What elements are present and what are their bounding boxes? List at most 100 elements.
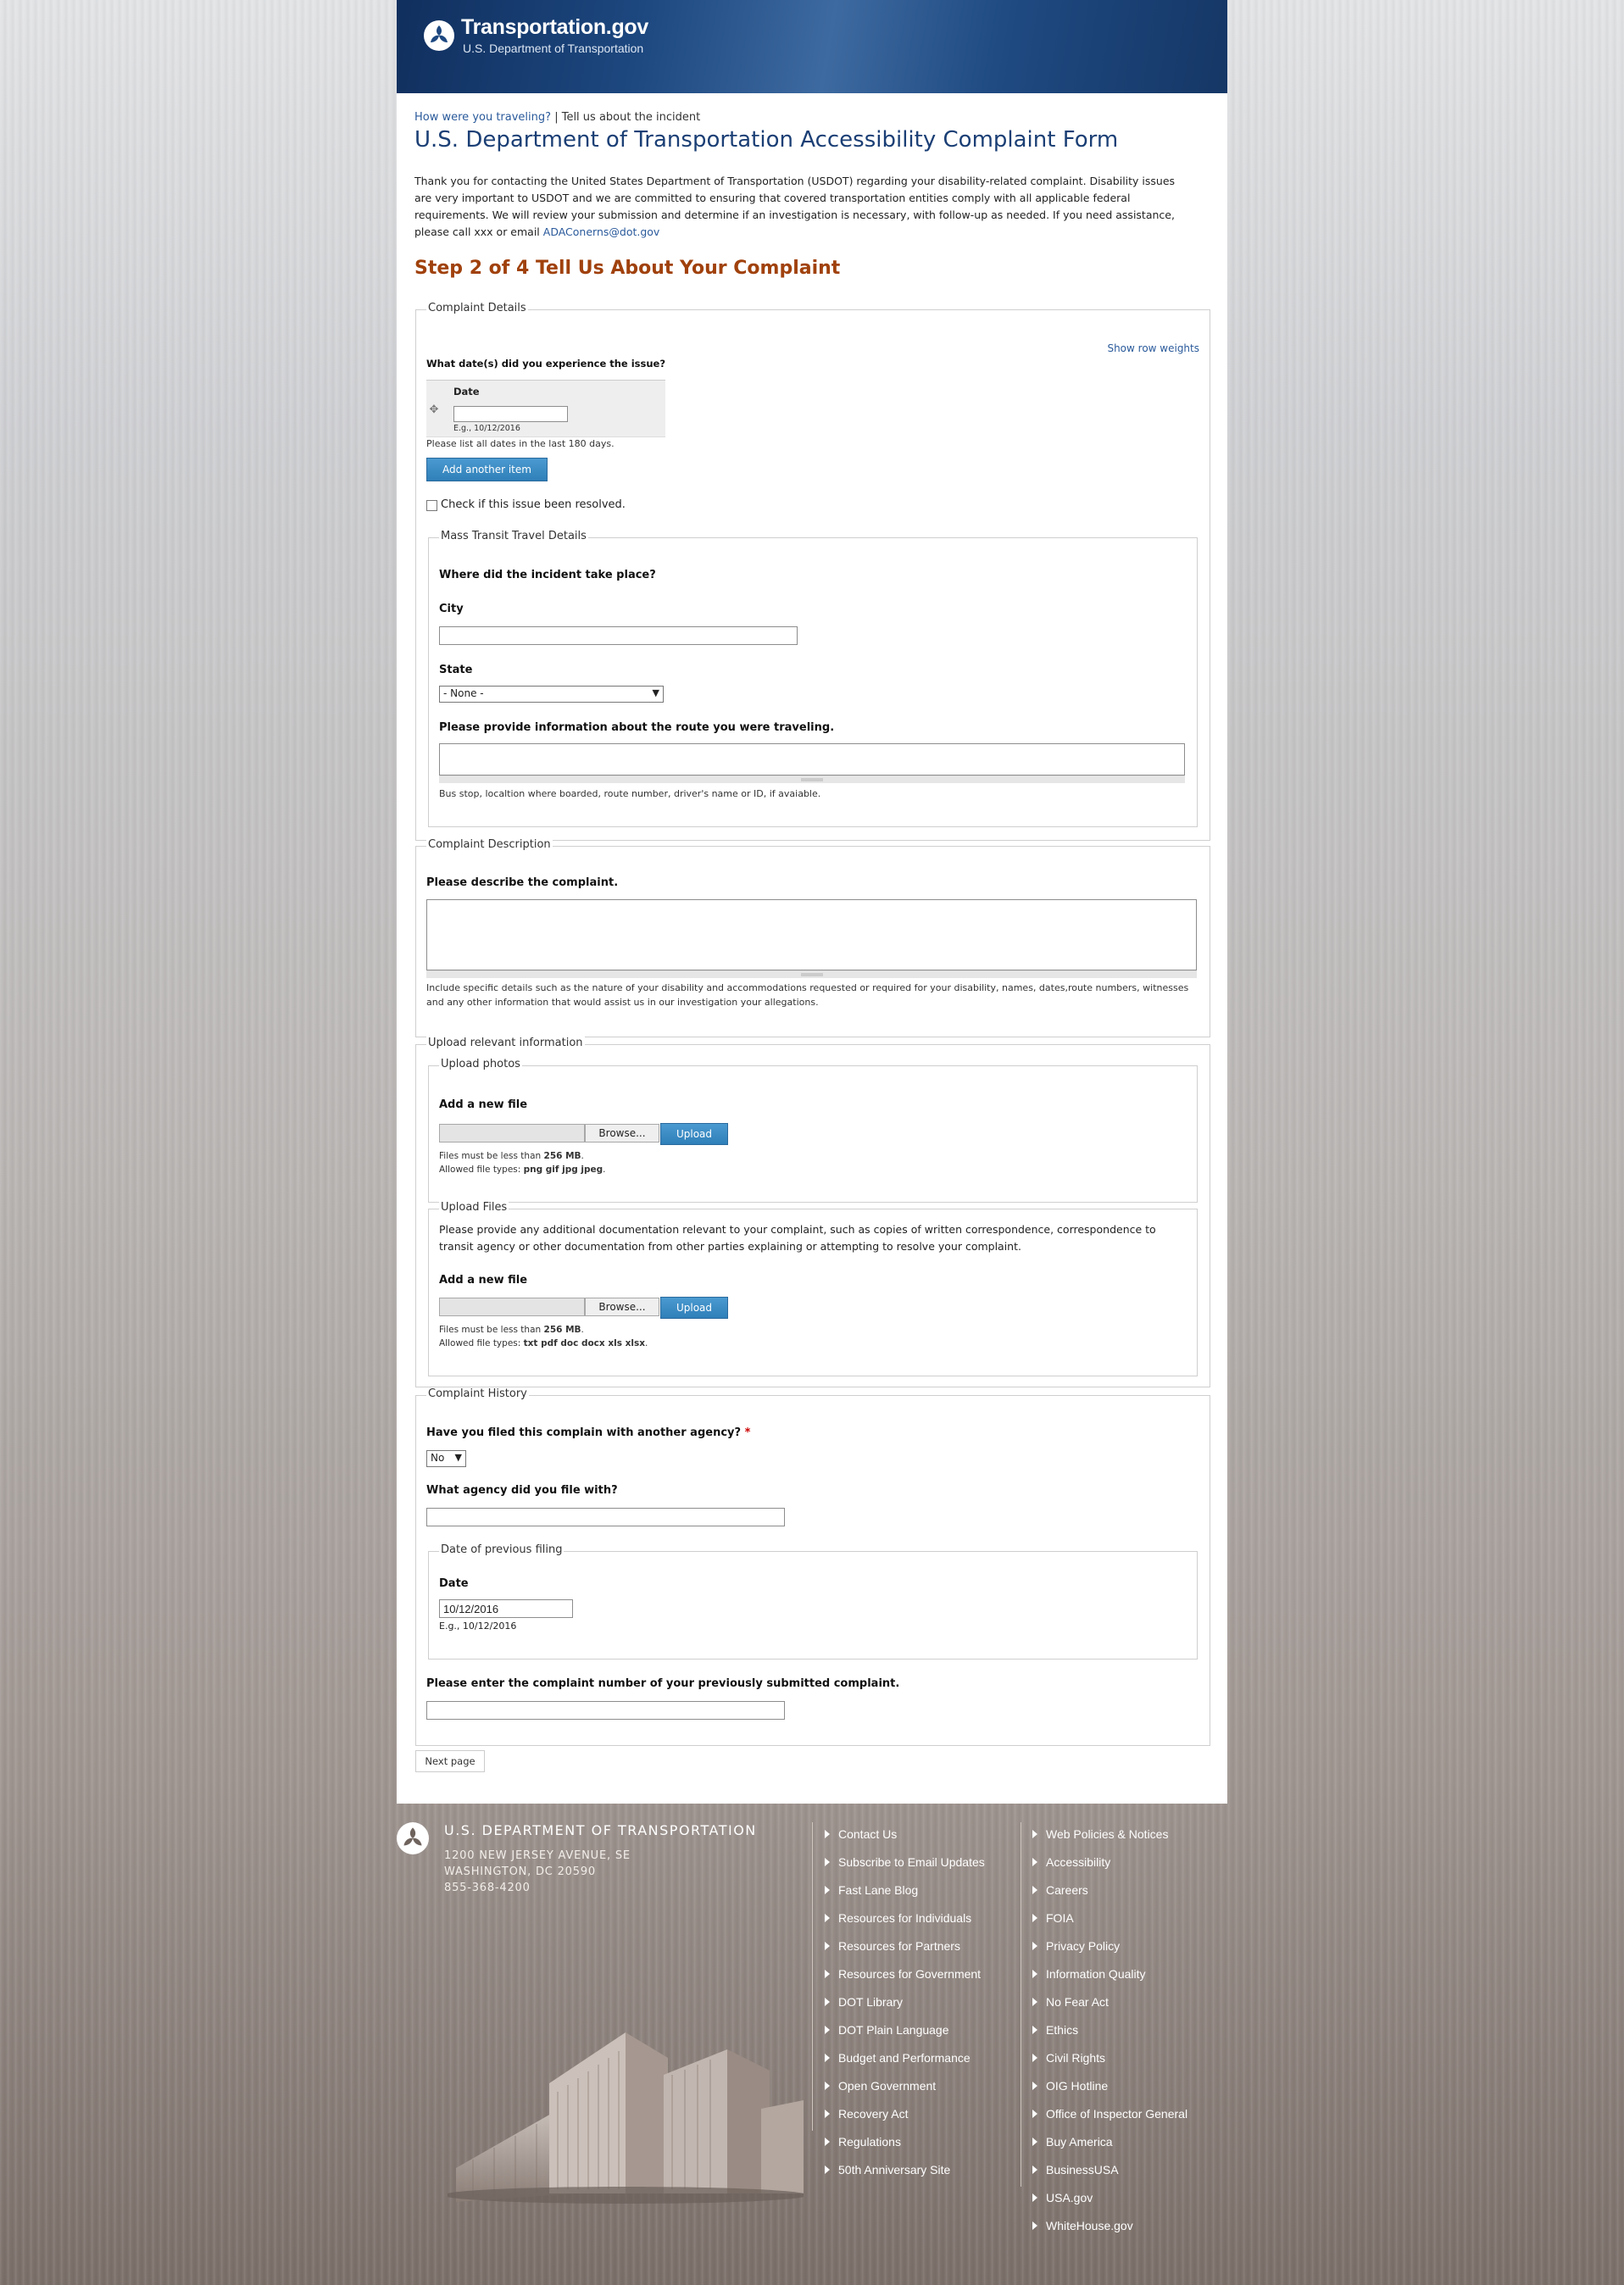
footer-col1-link[interactable]: Resources for Individuals bbox=[825, 1911, 985, 1939]
footer-col2-link[interactable]: BusinessUSA bbox=[1032, 2163, 1187, 2191]
footer-col2-link-label[interactable]: Information Quality bbox=[1046, 1967, 1146, 1981]
complaint-resize-handle[interactable] bbox=[426, 970, 1197, 978]
footer-col2-link[interactable]: Civil Rights bbox=[1032, 2051, 1187, 2079]
show-row-weights-link[interactable]: Show row weights bbox=[1107, 342, 1199, 354]
footer-col2-link-label[interactable]: Careers bbox=[1046, 1883, 1088, 1897]
footer-col2-link[interactable]: Privacy Policy bbox=[1032, 1939, 1187, 1967]
footer-col2-link[interactable]: Careers bbox=[1032, 1883, 1187, 1911]
upload-photos-fieldset: Upload photos Add a new file Browse... U… bbox=[428, 1058, 1198, 1203]
footer-col2-link-label[interactable]: Accessibility bbox=[1046, 1855, 1110, 1869]
footer-col2-link[interactable]: No Fear Act bbox=[1032, 1995, 1187, 2023]
footer-divider-1 bbox=[812, 1822, 813, 2131]
footer-col1-link[interactable]: Resources for Partners bbox=[825, 1939, 985, 1967]
route-resize-handle[interactable] bbox=[439, 776, 1185, 783]
footer-col1-link[interactable]: Contact Us bbox=[825, 1827, 985, 1855]
drag-handle-icon[interactable]: ✥ bbox=[428, 404, 440, 416]
footer-col1-link-label[interactable]: Subscribe to Email Updates bbox=[838, 1855, 985, 1869]
footer-col2-link-label[interactable]: Privacy Policy bbox=[1046, 1939, 1120, 1953]
footer-col1-link-label[interactable]: 50th Anniversary Site bbox=[838, 2163, 950, 2177]
footer-col2-link-label[interactable]: OIG Hotline bbox=[1046, 2079, 1108, 2093]
footer-col1-link-label[interactable]: Resources for Government bbox=[838, 1967, 981, 1981]
footer-dot-logo-icon[interactable] bbox=[397, 1822, 429, 1854]
photos-types-prefix: Allowed file types: bbox=[439, 1165, 524, 1175]
footer-col1-link[interactable]: Open Government bbox=[825, 2079, 985, 2107]
caret-right-icon bbox=[1032, 1998, 1037, 2006]
footer-col1-link-label[interactable]: Resources for Individuals bbox=[838, 1911, 971, 1925]
site-name[interactable]: Transportation.gov bbox=[461, 15, 648, 40]
footer-col1-link-label[interactable]: DOT Plain Language bbox=[838, 2023, 949, 2037]
filed-select[interactable]: No ▼ bbox=[426, 1450, 466, 1467]
footer-col2-link-label[interactable]: Web Policies & Notices bbox=[1046, 1827, 1168, 1841]
state-select[interactable]: - None - ▼ bbox=[439, 686, 664, 703]
caret-right-icon bbox=[825, 2026, 830, 2034]
resolved-checkbox[interactable] bbox=[426, 500, 437, 511]
footer-col2-link-label[interactable]: WhiteHouse.gov bbox=[1046, 2219, 1133, 2232]
footer-col1-link-label[interactable]: Regulations bbox=[838, 2135, 901, 2149]
files-add-file-label: Add a new file bbox=[439, 1274, 528, 1287]
footer-col1-link[interactable]: Regulations bbox=[825, 2135, 985, 2163]
files-file-path[interactable] bbox=[439, 1298, 585, 1316]
site-footer: U.S. DEPARTMENT OF TRANSPORTATION 1200 N… bbox=[397, 1804, 1227, 2285]
agency-input[interactable] bbox=[426, 1508, 785, 1526]
footer-col1-link-label[interactable]: Fast Lane Blog bbox=[838, 1883, 918, 1897]
files-size-value: 256 MB bbox=[543, 1325, 581, 1335]
footer-col1-link[interactable]: Budget and Performance bbox=[825, 2051, 985, 2079]
footer-col2-link[interactable]: WhiteHouse.gov bbox=[1032, 2219, 1187, 2247]
footer-col1-link[interactable]: DOT Library bbox=[825, 1995, 985, 2023]
breadcrumb-link-traveling[interactable]: How were you traveling? bbox=[414, 111, 551, 124]
complaint-textarea[interactable] bbox=[426, 899, 1197, 970]
footer-col1-link[interactable]: Subscribe to Email Updates bbox=[825, 1855, 985, 1883]
photos-upload-button[interactable]: Upload bbox=[660, 1123, 728, 1145]
photos-file-path[interactable] bbox=[439, 1124, 585, 1142]
footer-col1-link[interactable]: DOT Plain Language bbox=[825, 2023, 985, 2051]
upload-fieldset: Upload relevant information Upload photo… bbox=[415, 1037, 1210, 1387]
footer-col1-link[interactable]: Recovery Act bbox=[825, 2107, 985, 2135]
date-input[interactable] bbox=[453, 406, 568, 422]
previous-date-input[interactable] bbox=[439, 1599, 573, 1618]
footer-col2-link-label[interactable]: Civil Rights bbox=[1046, 2051, 1105, 2065]
complaint-history-legend: Complaint History bbox=[426, 1387, 529, 1400]
caret-right-icon bbox=[1032, 1914, 1037, 1922]
files-upload-button[interactable]: Upload bbox=[660, 1297, 728, 1319]
footer-col1-link-label[interactable]: DOT Library bbox=[838, 1995, 903, 2009]
photos-size-value: 256 MB bbox=[543, 1151, 581, 1161]
footer-col2-link-label[interactable]: FOIA bbox=[1046, 1911, 1074, 1925]
footer-col1-link[interactable]: 50th Anniversary Site bbox=[825, 2163, 985, 2191]
footer-col2-link[interactable]: OIG Hotline bbox=[1032, 2079, 1187, 2107]
footer-col1-link-label[interactable]: Resources for Partners bbox=[838, 1939, 960, 1953]
add-another-item-button[interactable]: Add another item bbox=[426, 458, 548, 481]
complaint-history-fieldset: Complaint History Have you filed this co… bbox=[415, 1387, 1210, 1746]
city-input[interactable] bbox=[439, 626, 798, 645]
footer-col2-link-label[interactable]: BusinessUSA bbox=[1046, 2163, 1119, 2177]
complaint-hint: Include specific details such as the nat… bbox=[426, 982, 1189, 1008]
footer-col2-link[interactable]: Ethics bbox=[1032, 2023, 1187, 2051]
footer-col1-link[interactable]: Fast Lane Blog bbox=[825, 1883, 985, 1911]
contact-email-link[interactable]: ADAConerns@dot.gov bbox=[543, 225, 660, 238]
footer-col1-link-label[interactable]: Recovery Act bbox=[838, 2107, 908, 2121]
footer-col1-link-label[interactable]: Budget and Performance bbox=[838, 2051, 971, 2065]
footer-col2-link[interactable]: USA.gov bbox=[1032, 2191, 1187, 2219]
footer-col2-link-label[interactable]: No Fear Act bbox=[1046, 1995, 1109, 2009]
footer-col2-link-label[interactable]: Buy America bbox=[1046, 2135, 1113, 2149]
footer-col2-link-label[interactable]: USA.gov bbox=[1046, 2191, 1093, 2204]
caret-right-icon bbox=[1032, 2054, 1037, 2062]
route-textarea[interactable] bbox=[439, 743, 1185, 776]
next-page-button[interactable]: Next page bbox=[415, 1750, 485, 1772]
footer-col1-link[interactable]: Resources for Government bbox=[825, 1967, 985, 1995]
footer-col2-link[interactable]: Information Quality bbox=[1032, 1967, 1187, 1995]
photos-browse-button[interactable]: Browse... bbox=[585, 1124, 659, 1142]
footer-col2-link[interactable]: Accessibility bbox=[1032, 1855, 1187, 1883]
footer-col2-link-label[interactable]: Office of Inspector General bbox=[1046, 2107, 1187, 2121]
complaint-number-input[interactable] bbox=[426, 1701, 785, 1720]
resolved-label[interactable]: Check if this issue been resolved. bbox=[441, 498, 626, 511]
footer-col2-link[interactable]: Office of Inspector General bbox=[1032, 2107, 1187, 2135]
footer-col2-link-label[interactable]: Ethics bbox=[1046, 2023, 1078, 2037]
footer-col2-link[interactable]: Web Policies & Notices bbox=[1032, 1827, 1187, 1855]
footer-col1-link-label[interactable]: Contact Us bbox=[838, 1827, 897, 1841]
footer-col1-link-label[interactable]: Open Government bbox=[838, 2079, 936, 2093]
dot-logo-icon[interactable] bbox=[424, 20, 454, 51]
footer-col2-link[interactable]: Buy America bbox=[1032, 2135, 1187, 2163]
caret-right-icon bbox=[1032, 2165, 1037, 2174]
footer-col2-link[interactable]: FOIA bbox=[1032, 1911, 1187, 1939]
files-browse-button[interactable]: Browse... bbox=[585, 1298, 659, 1316]
